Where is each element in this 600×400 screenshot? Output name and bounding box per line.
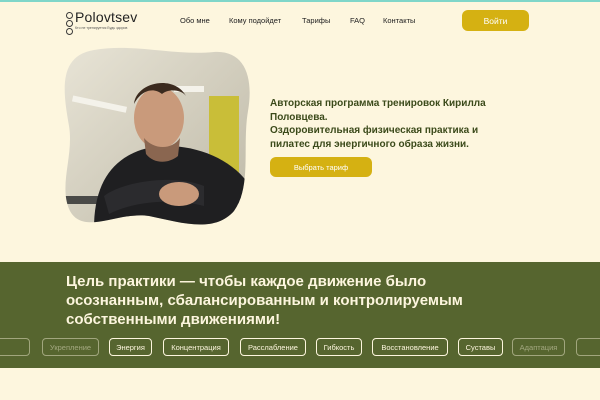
chip[interactable]: Расслабление (240, 338, 306, 356)
logo-tagline: Кто не тренируется Будь здоров (75, 26, 128, 30)
chip[interactable]: Адаптация (512, 338, 565, 356)
chip[interactable]: Гибкость (316, 338, 362, 356)
goal-line: Цель практики — чтобы каждое движение бы… (66, 273, 427, 290)
nav-item-contacts[interactable]: Контакты (383, 16, 415, 25)
hero-line: пилатес для энергичного образа жизни. (270, 138, 469, 150)
chip[interactable]: Концентрация (163, 338, 229, 356)
chip-partial-right[interactable] (576, 338, 600, 356)
goal-heading: Цель практики — чтобы каждое движение бы… (66, 272, 586, 329)
choose-plan-button[interactable]: Выбрать тариф (270, 157, 372, 177)
hero-photo (64, 47, 250, 225)
logo-mark-icon (66, 12, 73, 35)
hero-line: Половцева. (270, 111, 328, 123)
goal-line: осознанным, сбалансированным и контролир… (66, 292, 463, 309)
logo-name: Polovtsev (75, 9, 138, 25)
nav-item-for-whom[interactable]: Кому подойдет (229, 16, 281, 25)
benefit-chips: Укрепление Энергия Концентрация Расслабл… (0, 338, 600, 358)
nav-item-pricing[interactable]: Тарифы (302, 16, 330, 25)
chip[interactable]: Суставы (458, 338, 503, 356)
chip[interactable]: Восстановление (372, 338, 448, 356)
nav-item-faq[interactable]: FAQ (350, 16, 365, 25)
goal-section: Цель практики — чтобы каждое движение бы… (0, 262, 600, 368)
login-button[interactable]: Войти (462, 10, 529, 31)
logo[interactable]: Polovtsev Кто не тренируется Будь здоров (66, 9, 166, 35)
chip-partial-left[interactable] (0, 338, 30, 356)
goal-line: собственными движениями! (66, 311, 281, 328)
chip[interactable]: Энергия (109, 338, 152, 356)
chip[interactable]: Укрепление (42, 338, 99, 356)
nav-item-about[interactable]: Обо мне (180, 16, 210, 25)
hero-line: Оздоровительная физическая практика и (270, 125, 479, 136)
hero-heading: Авторская программа тренировок Кирилла П… (270, 97, 530, 151)
site-header: Polovtsev Кто не тренируется Будь здоров… (0, 2, 600, 36)
hero-line: Авторская программа тренировок Кирилла (270, 98, 486, 109)
